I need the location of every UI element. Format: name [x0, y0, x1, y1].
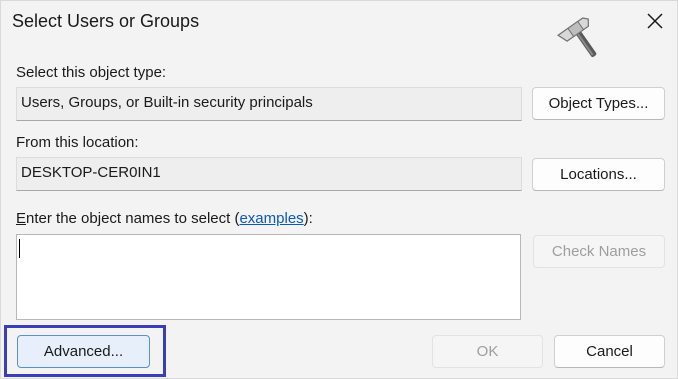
close-icon	[647, 13, 663, 29]
access-key-e: E	[16, 210, 27, 227]
examples-link[interactable]: examples	[239, 210, 303, 227]
object-type-field: Users, Groups, or Built-in security prin…	[16, 87, 522, 121]
object-type-label: Select this object type:	[16, 64, 167, 81]
object-names-input[interactable]	[16, 234, 521, 320]
hammer-icon	[557, 17, 597, 57]
locations-button[interactable]: Locations...	[532, 158, 665, 191]
object-names-label-text: nter the object names to select (	[26, 210, 240, 227]
dialog-title: Select Users or Groups	[12, 11, 200, 31]
select-users-dialog: Select Users or Groups Select this objec…	[0, 0, 678, 379]
text-caret	[19, 239, 20, 258]
cancel-button[interactable]: Cancel	[554, 335, 665, 368]
location-label: From this location:	[16, 134, 139, 151]
location-field: DESKTOP-CER0IN1	[16, 157, 522, 191]
object-names-label-end: ):	[303, 210, 313, 227]
check-names-button[interactable]: Check Names	[533, 235, 665, 268]
close-button[interactable]	[633, 1, 677, 41]
object-names-label: Enter the object names to select (exampl…	[16, 210, 313, 227]
object-types-button[interactable]: Object Types...	[532, 87, 665, 120]
ok-button[interactable]: OK	[432, 335, 543, 368]
advanced-button[interactable]: Advanced...	[17, 335, 150, 368]
